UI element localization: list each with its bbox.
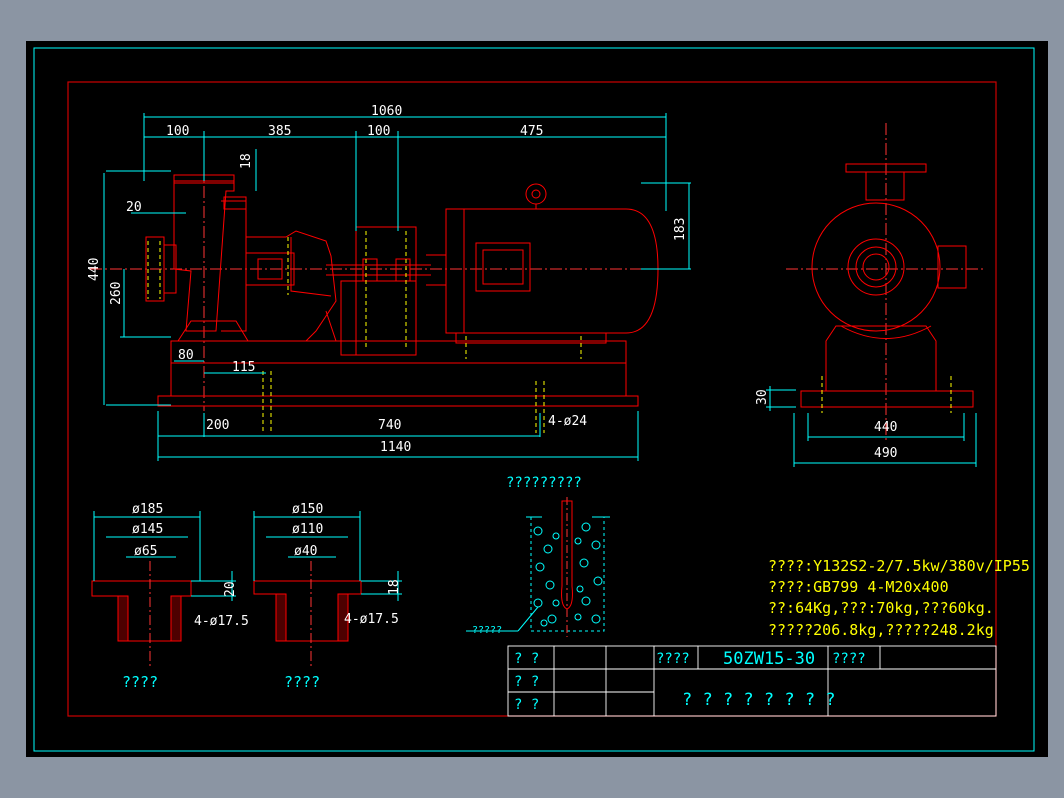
dim-1140: 1140	[380, 440, 411, 455]
outer-border	[33, 47, 1035, 752]
flange-detail-outlet: ø150 ø110 ø40 18 4-ø17.5 ????	[253, 502, 402, 691]
dim-385: 385	[268, 124, 291, 139]
tb-r3c1: ? ?	[514, 697, 539, 713]
pump-body	[221, 200, 247, 332]
lifting-eye-hole	[531, 189, 541, 199]
dim-20: 20	[126, 200, 142, 215]
anchor-label: ?????	[472, 625, 502, 636]
dim-183: 183	[673, 218, 688, 241]
front-view: 1060 100 385 100 475 18 20 440 260 183 8…	[87, 104, 691, 461]
anchor-title: ?????????	[506, 475, 582, 491]
tb-r1c1: ? ?	[514, 651, 539, 667]
dim-200: 200	[206, 418, 229, 433]
inlet-holes: 4-ø17.5	[194, 614, 249, 629]
side-dim-490: 490	[874, 446, 897, 461]
motor-shaft-end	[426, 254, 447, 286]
inlet-d185: ø185	[132, 502, 163, 517]
notes: ????:Y132S2-2/7.5kw/380v/IP55 ????:GB799…	[768, 557, 1030, 639]
coupling-half-a	[362, 258, 378, 282]
dim-80: 80	[178, 348, 194, 363]
tb-name: ? ? ? ? ? ? ? ?	[682, 690, 836, 710]
terminal-box-cover	[482, 249, 524, 285]
side-eye-mid	[855, 246, 897, 288]
coupling-guard	[355, 226, 417, 356]
dim-100-b: 100	[367, 124, 390, 139]
dim-440: 440	[87, 258, 102, 281]
note-3: ??:64Kg,???:70kg,???60kg.	[768, 599, 994, 617]
outlet-d110: ø110	[292, 522, 323, 537]
outlet-holes: 4-ø17.5	[344, 612, 399, 627]
drawing-viewport: 1060 100 385 100 475 18 20 440 260 183 8…	[26, 41, 1048, 757]
dim-1060: 1060	[371, 104, 402, 119]
motor-body	[445, 208, 659, 334]
side-discharge-neck	[865, 171, 905, 201]
inlet-d145: ø145	[132, 522, 163, 537]
note-2: ????:GB799 4-M20x400	[768, 578, 949, 596]
dim-100-a: 100	[166, 124, 189, 139]
anchor-bolt-detail: ????????? ?????	[466, 475, 610, 637]
side-dim-30: 30	[755, 389, 770, 405]
dim-anchor-holes: 4-ø24	[548, 414, 587, 429]
inlet-caption: ????	[122, 673, 158, 691]
side-eye-inner	[862, 253, 890, 281]
tb-model: 50ZW15-30	[723, 649, 815, 669]
side-view: 30 440 490	[755, 123, 986, 467]
outlet-d40: ø40	[294, 544, 317, 559]
side-pedestal	[825, 325, 937, 392]
side-base	[800, 390, 974, 408]
tb-label-b: ????	[832, 651, 866, 667]
dim-115: 115	[232, 360, 255, 375]
side-terminal	[937, 245, 967, 289]
outlet-caption: ????	[284, 673, 320, 691]
casing-lug	[223, 196, 247, 210]
front-dimension-lines	[103, 113, 691, 461]
inlet-d65: ø65	[134, 544, 157, 559]
dim-18: 18	[239, 153, 254, 169]
pump-assembly-drawing: 1060 100 385 100 475 18 20 440 260 183 8…	[33, 47, 1035, 752]
tb-label-a: ????	[656, 651, 690, 667]
lifting-eye	[525, 183, 547, 205]
dim-475: 475	[520, 124, 543, 139]
side-volute	[811, 202, 941, 332]
flange-detail-inlet: ø185 ø145 ø65 20 4-ø17.5 ????	[91, 502, 249, 691]
note-4: ?????206.8kg,?????248.2kg	[768, 621, 994, 639]
coupling-stand	[340, 280, 417, 356]
note-1: ????:Y132S2-2/7.5kw/380v/IP55	[768, 557, 1030, 575]
baseplate-bottom	[157, 395, 639, 407]
outlet-d150: ø150	[292, 502, 323, 517]
side-dim-440: 440	[874, 420, 897, 435]
coupling-half-b	[395, 258, 411, 282]
dim-740: 740	[378, 418, 401, 433]
outlet-d18: 18	[387, 579, 402, 595]
dim-260: 260	[109, 282, 124, 305]
inlet-d20: 20	[223, 581, 238, 597]
tb-r2c1: ? ?	[514, 674, 539, 690]
bracket-rib	[290, 237, 332, 297]
